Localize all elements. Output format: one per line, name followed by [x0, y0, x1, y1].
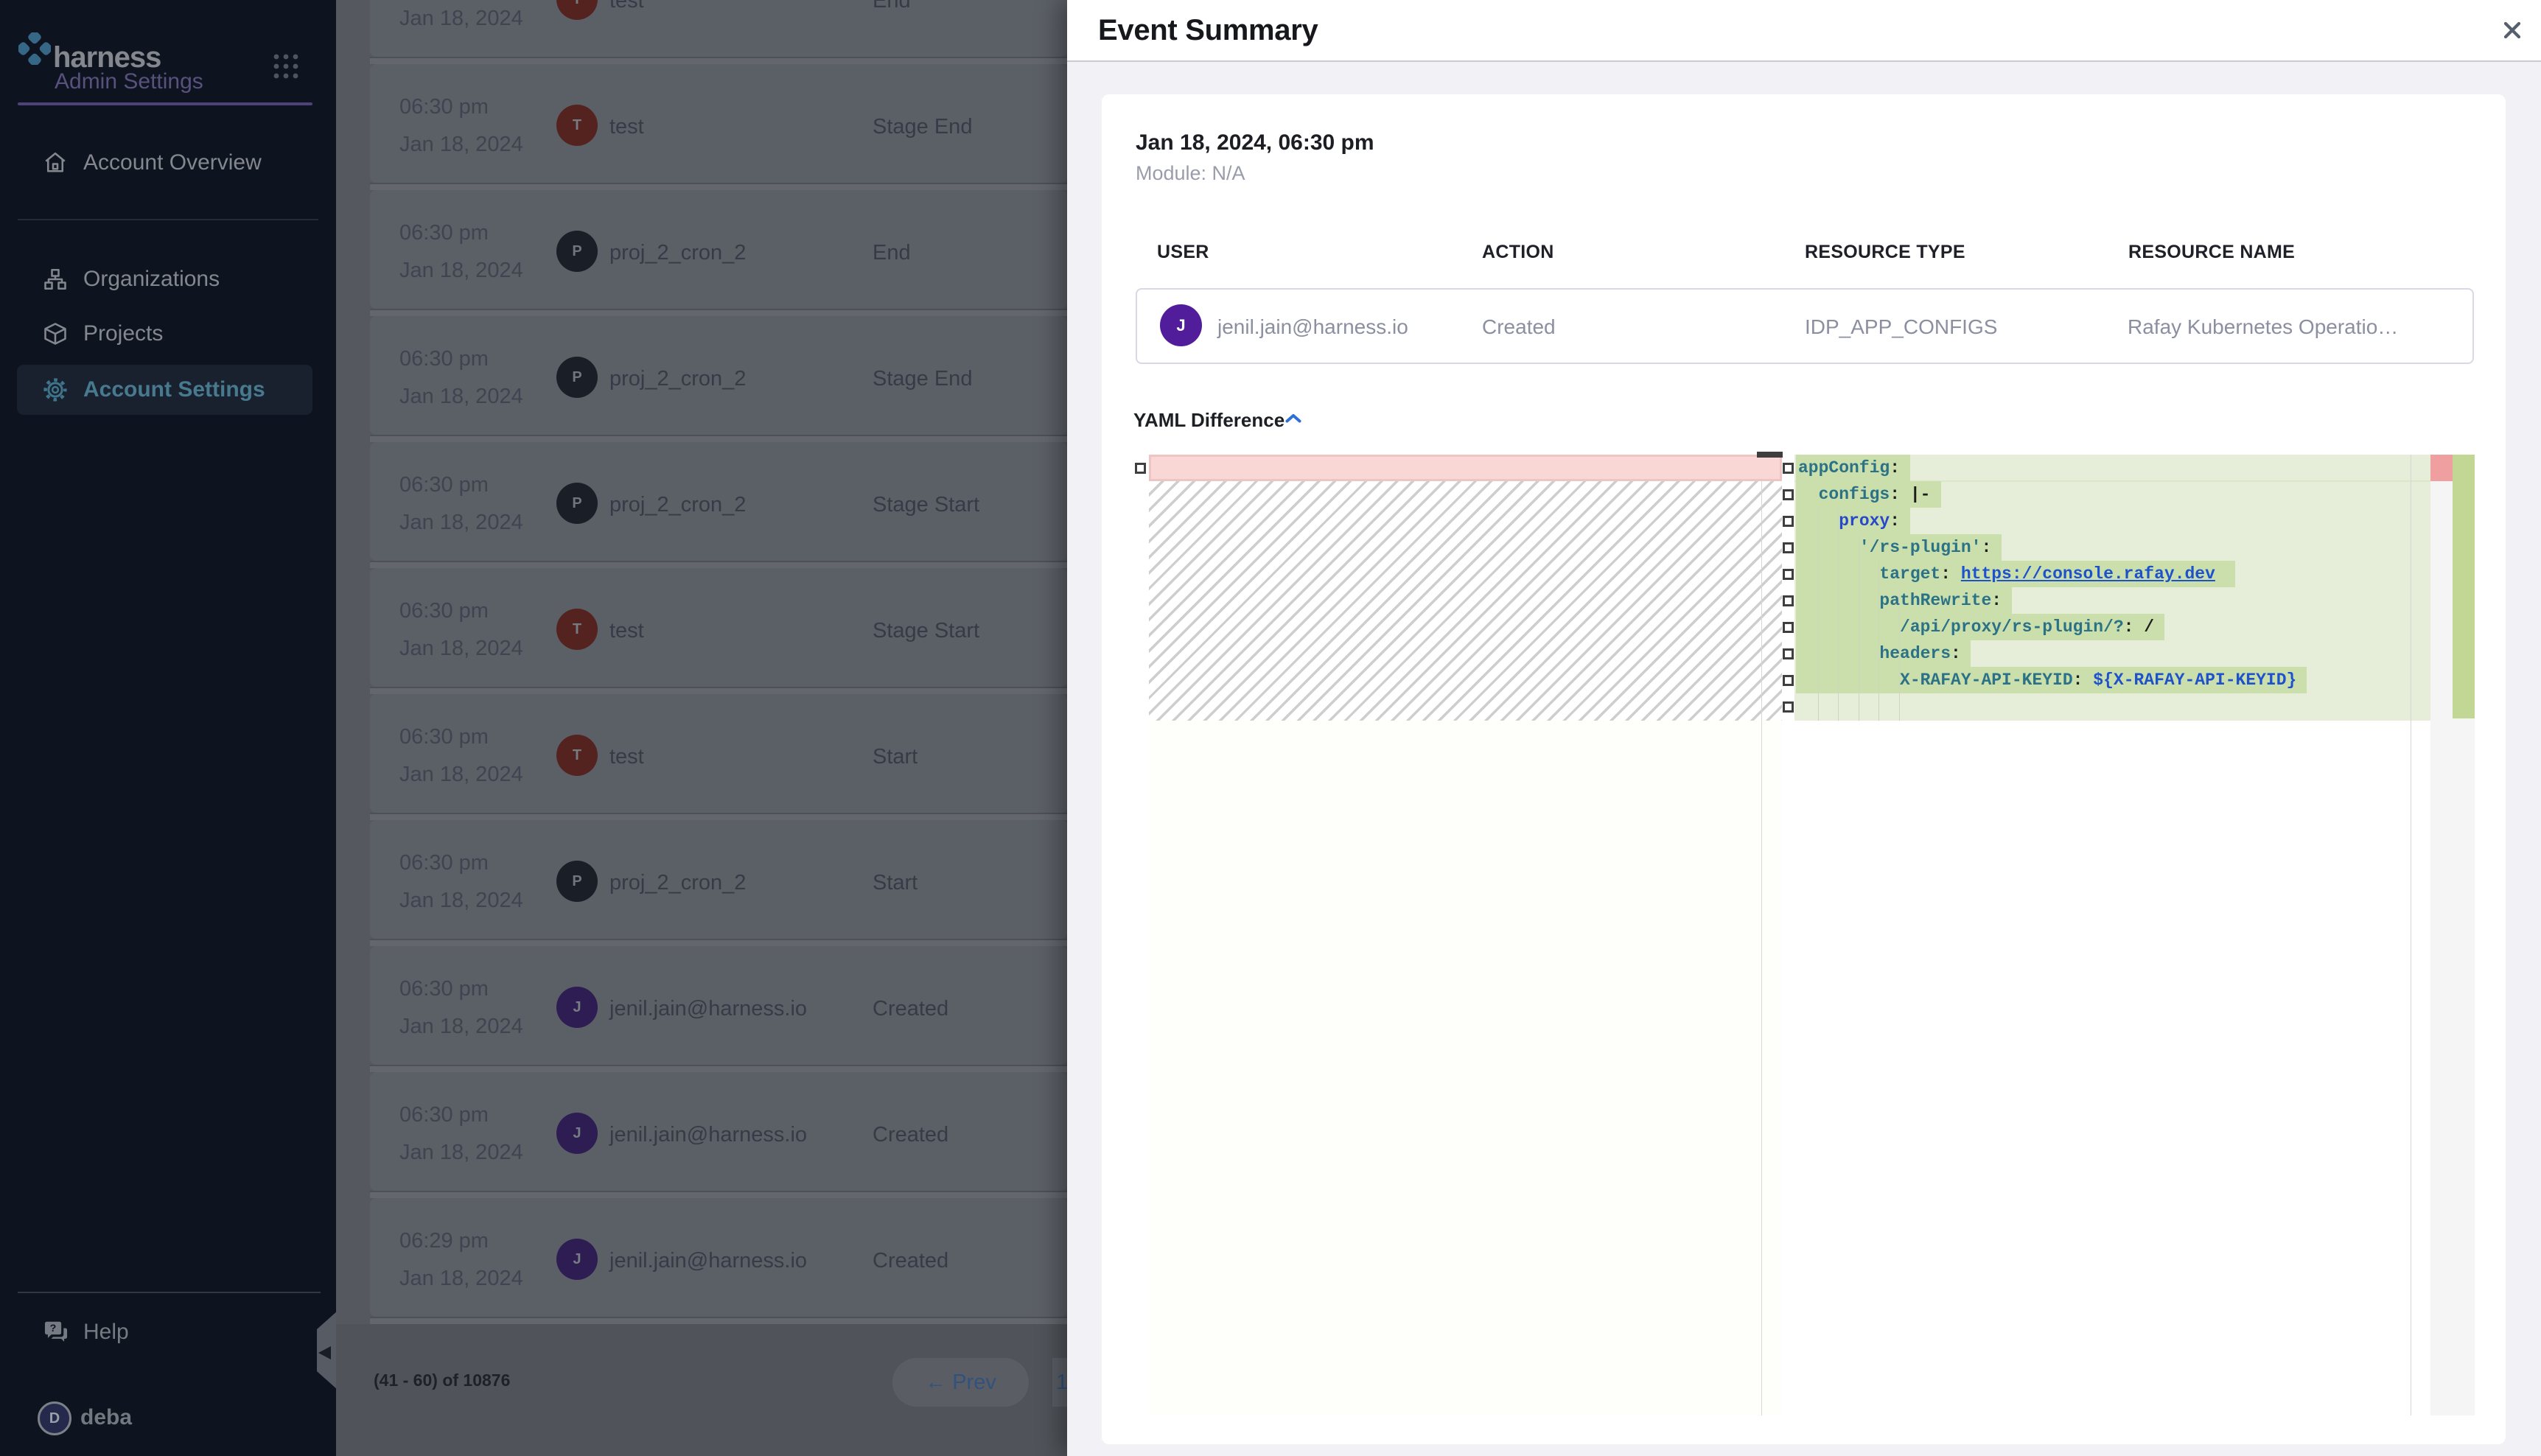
svg-text:?: ? [50, 1323, 57, 1334]
